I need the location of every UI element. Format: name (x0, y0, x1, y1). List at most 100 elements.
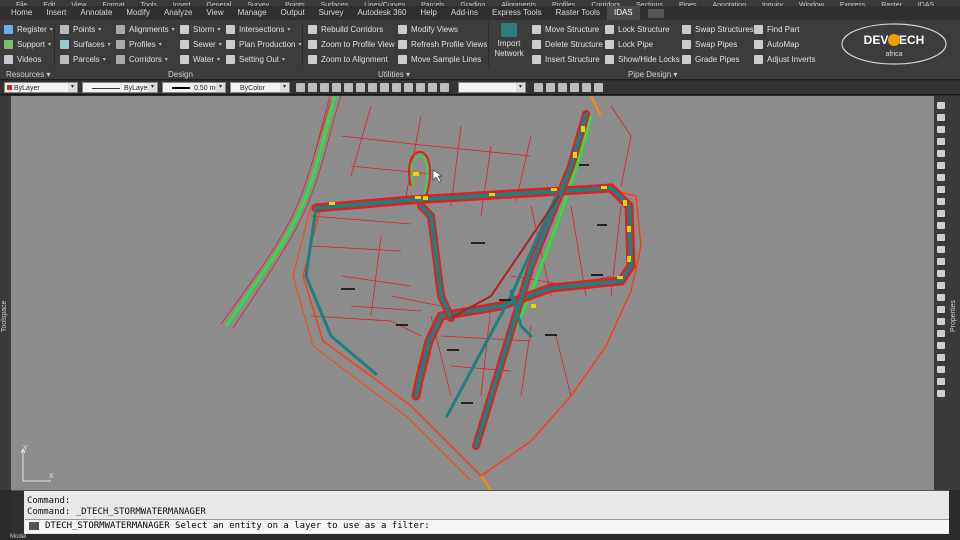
tool-icon[interactable] (937, 258, 945, 265)
toolbar-icon[interactable] (582, 83, 591, 92)
toolbar-icon[interactable] (404, 83, 413, 92)
tool-icon[interactable] (937, 138, 945, 145)
tab-help[interactable]: Help (413, 6, 443, 20)
tab-options-icon[interactable] (647, 8, 664, 18)
toolbar-icon[interactable] (380, 83, 389, 92)
toolbar-icon[interactable] (392, 83, 401, 92)
import-network-button[interactable]: Import Network (492, 22, 526, 66)
command-input[interactable]: DTECH_STORMWATERMANAGER Select an entity… (25, 519, 949, 533)
parcels-button[interactable]: Parcels ▾ (60, 52, 106, 66)
toolbar-icon[interactable] (428, 83, 437, 92)
move-structure-button[interactable]: Move Structure (532, 22, 599, 36)
adjust-inverts-button[interactable]: Adjust Inverts (754, 52, 815, 66)
tool-icon[interactable] (937, 114, 945, 121)
tool-icon[interactable] (937, 186, 945, 193)
support-button[interactable]: Support ▾ (4, 37, 51, 51)
tool-icon[interactable] (937, 222, 945, 229)
tool-icon[interactable] (937, 354, 945, 361)
sewer-button[interactable]: Sewer ▾ (180, 37, 222, 51)
tool-icon[interactable] (937, 210, 945, 217)
tool-icon[interactable] (937, 330, 945, 337)
panel-resources[interactable]: Resources ▾ (6, 69, 51, 80)
toolbar-icon[interactable] (440, 83, 449, 92)
toolbar-icon[interactable] (594, 83, 603, 92)
tab-idas[interactable]: IDAS (606, 6, 640, 20)
toolbar-icon[interactable] (320, 83, 329, 92)
tab-raster-tools[interactable]: Raster Tools (549, 6, 607, 20)
toolspace-strip[interactable]: Toolspace (0, 96, 11, 490)
color-combo[interactable]: ByColor ▾ (230, 82, 290, 93)
modify-views-button[interactable]: Modify Views (398, 22, 458, 36)
linetype-combo[interactable]: ByLayer ▾ (82, 82, 158, 93)
tool-icon[interactable] (937, 102, 945, 109)
plan-production-button[interactable]: Plan Production ▾ (226, 37, 302, 51)
panel-utilities[interactable]: Utilities ▾ (378, 69, 410, 80)
tool-icon[interactable] (937, 378, 945, 385)
tab-add-ins[interactable]: Add-ins (444, 6, 485, 20)
model-tab[interactable]: Model (10, 534, 26, 540)
toolbar-icon[interactable] (416, 83, 425, 92)
insert-structure-button[interactable]: Insert Structure (532, 52, 600, 66)
tool-icon[interactable] (937, 234, 945, 241)
lineweight-combo[interactable]: 0.50 mm ▾ (162, 82, 226, 93)
command-grip[interactable] (11, 491, 24, 535)
toolbar-icon[interactable] (534, 83, 543, 92)
alignments-button[interactable]: Alignments ▾ (116, 22, 175, 36)
automap-button[interactable]: AutoMap (754, 37, 799, 51)
lock-structure-button[interactable]: Lock Structure (605, 22, 670, 36)
tab-view[interactable]: View (199, 6, 230, 20)
swap-structures-button[interactable]: Swap Structures (682, 22, 754, 36)
grade-pipes-button[interactable]: Grade Pipes (682, 52, 739, 66)
tool-icon[interactable] (937, 366, 945, 373)
tab-analyze[interactable]: Analyze (157, 6, 199, 20)
zoom-alignment-button[interactable]: Zoom to Alignment (308, 52, 388, 66)
tool-icon[interactable] (937, 150, 945, 157)
register-button[interactable]: Register ▾ (4, 22, 53, 36)
tab-home[interactable]: Home (4, 6, 39, 20)
tab-insert[interactable]: Insert (39, 6, 73, 20)
tab-express-tools[interactable]: Express Tools (485, 6, 549, 20)
toolbar-icon[interactable] (368, 83, 377, 92)
points-button[interactable]: Points ▾ (60, 22, 101, 36)
tool-icon[interactable] (937, 270, 945, 277)
toolbar-icon[interactable] (332, 83, 341, 92)
tool-icon[interactable] (937, 294, 945, 301)
style-combo[interactable]: ▾ (458, 82, 526, 93)
tool-icon[interactable] (937, 174, 945, 181)
rebuild-corridors-button[interactable]: Rebuild Corridors (308, 22, 383, 36)
find-part-button[interactable]: Find Part (754, 22, 799, 36)
toolbar-icon[interactable] (296, 83, 305, 92)
profiles-button[interactable]: Profiles ▾ (116, 37, 162, 51)
toolbar-icon[interactable] (546, 83, 555, 92)
intersections-button[interactable]: Intersections ▾ (226, 22, 290, 36)
tool-icon[interactable] (937, 390, 945, 397)
toolbar-icon[interactable] (308, 83, 317, 92)
drawing-viewport[interactable]: Y X (11, 96, 934, 490)
setting-out-button[interactable]: Setting Out ▾ (226, 52, 285, 66)
panel-pipe-design[interactable]: Pipe Design ▾ (628, 69, 677, 80)
refresh-profile-views-button[interactable]: Refresh Profile Views (398, 37, 487, 51)
toolbar-icon[interactable] (344, 83, 353, 92)
surfaces-button[interactable]: Surfaces ▾ (60, 37, 111, 51)
videos-button[interactable]: Videos (4, 52, 41, 66)
tab-survey[interactable]: Survey (312, 6, 351, 20)
tab-output[interactable]: Output (274, 6, 312, 20)
corridors-button[interactable]: Corridors ▾ (116, 52, 168, 66)
swap-pipes-button[interactable]: Swap Pipes (682, 37, 737, 51)
tool-icon[interactable] (937, 342, 945, 349)
tab-modify[interactable]: Modify (119, 6, 157, 20)
toolbar-icon[interactable] (558, 83, 567, 92)
tool-icon[interactable] (937, 126, 945, 133)
toolbar-icon[interactable] (570, 83, 579, 92)
tool-icon[interactable] (937, 318, 945, 325)
tab-manage[interactable]: Manage (231, 6, 274, 20)
water-button[interactable]: Water ▾ (180, 52, 220, 66)
tab-annotate[interactable]: Annotate (73, 6, 119, 20)
drawing-canvas[interactable]: Y X (11, 96, 934, 490)
layer-combo[interactable]: ByLayer ▾ (4, 82, 78, 93)
zoom-profile-view-button[interactable]: Zoom to Profile View (308, 37, 395, 51)
tab-autodesk-360[interactable]: Autodesk 360 (350, 6, 413, 20)
move-sample-lines-button[interactable]: Move Sample Lines (398, 52, 481, 66)
tool-icon[interactable] (937, 282, 945, 289)
delete-structure-button[interactable]: Delete Structure (532, 37, 603, 51)
